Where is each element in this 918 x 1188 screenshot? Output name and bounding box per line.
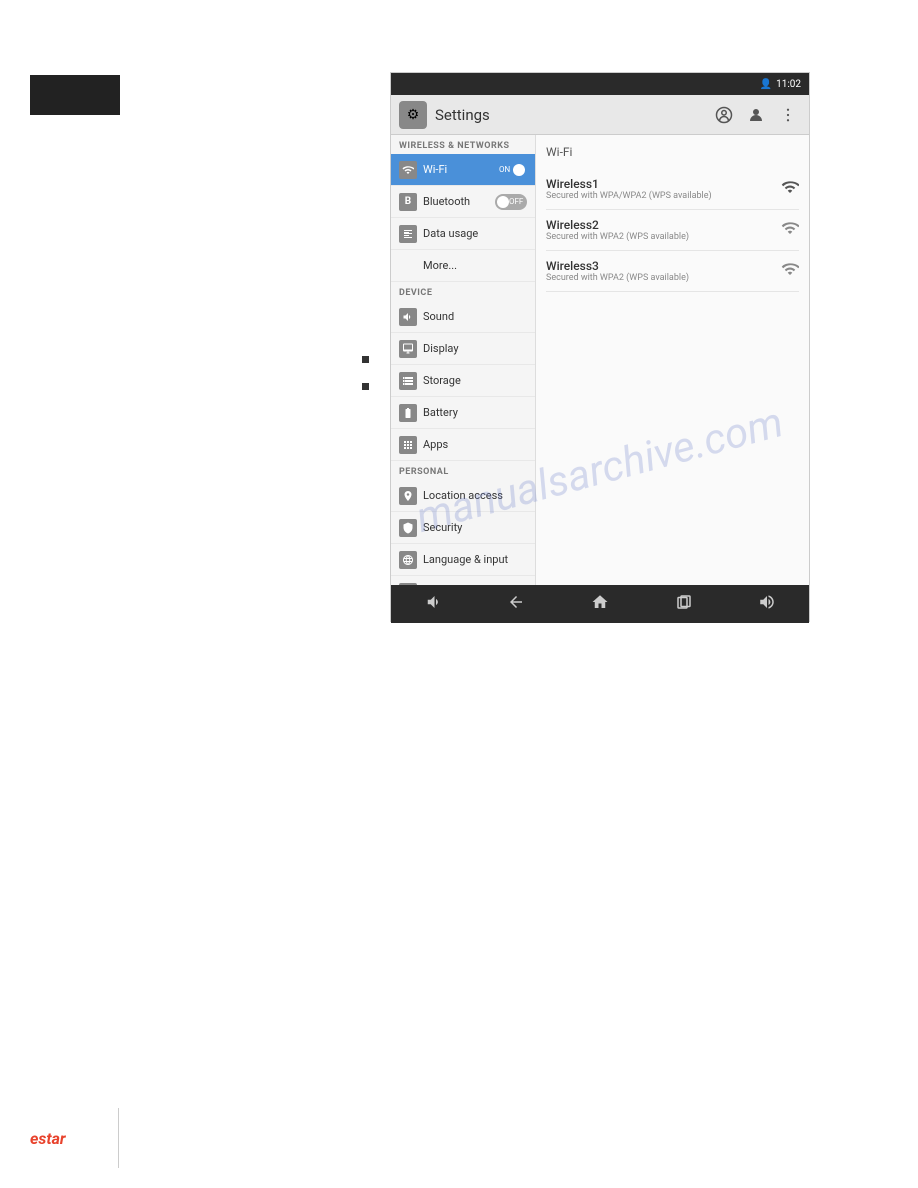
wifi-toggle-switch[interactable]: ON <box>495 162 527 178</box>
bullet-point-2 <box>362 383 369 390</box>
sidebar-item-security[interactable]: Security <box>391 512 535 544</box>
wifi-signal-icon <box>781 178 799 200</box>
bluetooth-icon: B <box>399 193 417 211</box>
sidebar-item-language-input[interactable]: Language & input <box>391 544 535 576</box>
black-rectangle <box>30 75 120 115</box>
panel-title: Wi-Fi <box>546 145 799 159</box>
bluetooth-label: Bluetooth <box>423 195 495 208</box>
toggle-knob <box>513 164 525 176</box>
sidebar-item-backup-reset[interactable]: Backup & reset <box>391 576 535 585</box>
gear-icon: ⚙ <box>407 107 420 123</box>
content-area: WIRELESS & NETWORKS Wi-Fi ON <box>391 135 809 585</box>
sidebar-item-battery[interactable]: Battery <box>391 397 535 429</box>
settings-app-icon: ⚙ <box>399 101 427 129</box>
recents-button[interactable] <box>667 589 701 619</box>
status-bar-icons: 👤 11:02 <box>760 79 801 90</box>
wifi-network-name: Wireless1 <box>546 177 781 191</box>
sidebar-item-location-access[interactable]: Location access <box>391 480 535 512</box>
more-options-button[interactable] <box>775 102 801 128</box>
toggle-on-label: ON <box>499 165 510 174</box>
bluetooth-toggle-knob <box>497 196 509 208</box>
wifi-network-name: Wireless3 <box>546 259 781 273</box>
wifi-toggle[interactable]: ON <box>495 162 527 178</box>
sidebar-item-bluetooth[interactable]: B Bluetooth OFF <box>391 186 535 218</box>
list-item[interactable]: Wireless2 Secured with WPA2 (WPS availab… <box>546 210 799 251</box>
account-button[interactable] <box>743 102 769 128</box>
more-label: More... <box>423 259 527 272</box>
backup-icon <box>399 583 417 586</box>
location-icon <box>399 487 417 505</box>
app-header: ⚙ Settings <box>391 95 809 135</box>
bluetooth-toggle[interactable]: OFF <box>495 194 527 210</box>
sidebar-item-wifi[interactable]: Wi-Fi ON <box>391 154 535 186</box>
wifi-network-info: Wireless1 Secured with WPA/WPA2 (WPS ava… <box>546 177 781 201</box>
more-icon <box>399 257 417 275</box>
app-title: Settings <box>435 106 711 124</box>
sound-icon <box>399 308 417 326</box>
wifi-icon <box>399 161 417 179</box>
sound-label: Sound <box>423 310 527 323</box>
wifi-signal-icon <box>781 260 799 282</box>
list-item[interactable]: Wireless1 Secured with WPA/WPA2 (WPS ava… <box>546 169 799 210</box>
status-bar: 👤 11:02 <box>391 73 809 95</box>
list-item[interactable]: Wireless3 Secured with WPA2 (WPS availab… <box>546 251 799 292</box>
status-time: 11:02 <box>776 79 801 90</box>
wifi-label: Wi-Fi <box>423 163 495 176</box>
home-button[interactable] <box>583 589 617 619</box>
wifi-network-status: Secured with WPA2 (WPS available) <box>546 273 781 283</box>
tablet-device: 👤 11:02 ⚙ Settings <box>390 72 810 622</box>
section-personal: PERSONAL <box>391 461 535 480</box>
section-device: DEVICE <box>391 282 535 301</box>
storage-label: Storage <box>423 374 527 387</box>
language-icon <box>399 551 417 569</box>
wifi-panel: Wi-Fi Wireless1 Secured with WPA/WPA2 (W… <box>536 135 809 585</box>
bullet-point-1 <box>362 356 369 363</box>
data-usage-label: Data usage <box>423 227 527 240</box>
sidebar-item-display[interactable]: Display <box>391 333 535 365</box>
security-icon <box>399 519 417 537</box>
apps-label: Apps <box>423 438 527 451</box>
sidebar-item-storage[interactable]: Storage <box>391 365 535 397</box>
settings-sidebar: WIRELESS & NETWORKS Wi-Fi ON <box>391 135 536 585</box>
bluetooth-toggle-switch[interactable]: OFF <box>495 194 527 210</box>
back-button[interactable] <box>499 589 533 619</box>
wifi-signal-icon <box>781 219 799 241</box>
volume-down-button[interactable] <box>416 589 450 619</box>
wifi-network-list: Wireless1 Secured with WPA/WPA2 (WPS ava… <box>546 169 799 292</box>
apps-icon <box>399 436 417 454</box>
wifi-network-info: Wireless2 Secured with WPA2 (WPS availab… <box>546 218 781 242</box>
estar-logo: estar <box>30 1129 66 1148</box>
wifi-network-status: Secured with WPA/WPA2 (WPS available) <box>546 191 781 201</box>
wifi-network-info: Wireless3 Secured with WPA2 (WPS availab… <box>546 259 781 283</box>
battery-icon <box>399 404 417 422</box>
person-icon: 👤 <box>760 79 772 90</box>
volume-up-button[interactable] <box>750 589 784 619</box>
display-label: Display <box>423 342 527 355</box>
location-access-label: Location access <box>423 489 527 502</box>
sidebar-item-data-usage[interactable]: Data usage <box>391 218 535 250</box>
toggle-off-label: OFF <box>509 197 523 206</box>
display-icon <box>399 340 417 358</box>
sidebar-item-apps[interactable]: Apps <box>391 429 535 461</box>
header-actions <box>711 102 801 128</box>
bottom-divider <box>118 1108 119 1168</box>
navigation-bar <box>391 585 809 623</box>
person-circle-button[interactable] <box>711 102 737 128</box>
sidebar-item-sound[interactable]: Sound <box>391 301 535 333</box>
wifi-network-name: Wireless2 <box>546 218 781 232</box>
sidebar-item-more[interactable]: More... <box>391 250 535 282</box>
language-input-label: Language & input <box>423 553 527 566</box>
storage-icon <box>399 372 417 390</box>
battery-label: Battery <box>423 406 527 419</box>
estar-suffix: star <box>38 1129 65 1148</box>
data-usage-icon <box>399 225 417 243</box>
section-wireless-networks: WIRELESS & NETWORKS <box>391 135 535 154</box>
security-label: Security <box>423 521 527 534</box>
wifi-network-status: Secured with WPA2 (WPS available) <box>546 232 781 242</box>
